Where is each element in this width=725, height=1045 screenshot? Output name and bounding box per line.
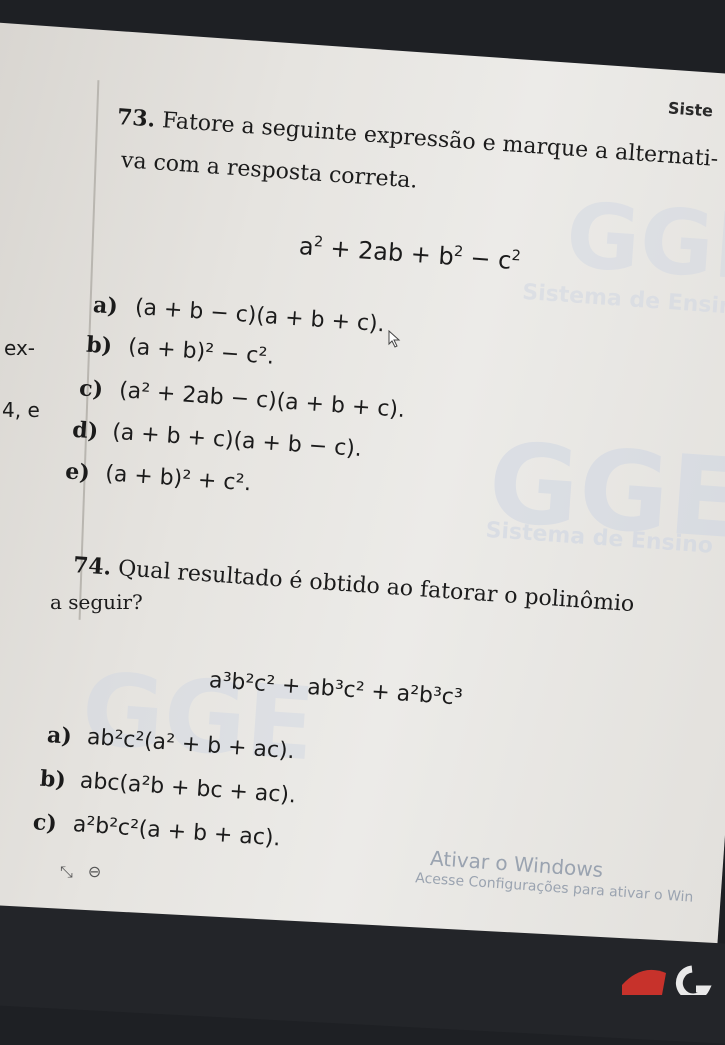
q73-option-d-expr: (a + b + c)(a + b − c).	[111, 419, 363, 463]
q73-option-a-expr: (a + b − c)(a + b + c).	[134, 294, 386, 338]
q74-number: 74.	[72, 552, 113, 581]
q73-expression: a2 + 2ab + b2 − c2	[298, 232, 522, 275]
q74-expression: a³b²c² + ab³c² + a²b³c³	[208, 668, 464, 711]
toolbar: ⤡ ⊖	[60, 862, 101, 882]
q73-option-e-expr: (a + b)² + c².	[104, 461, 253, 497]
q73-option-c-expr: (a² + 2ab − c)(a + b + c).	[118, 378, 406, 423]
q73-option-b-expr: (a + b)² − c².	[127, 334, 275, 370]
q74-option-b-expr: abc(a²b + bc + ac).	[79, 768, 297, 809]
q74-line1: 74. Qual resultado é obtido ao fatorar o…	[72, 552, 635, 617]
q73-option-b-letter: b)	[85, 331, 113, 360]
q73-number: 73.	[116, 104, 157, 133]
side-text-4e: 4, e	[2, 398, 40, 422]
q74-text-line2: a seguir?	[50, 590, 143, 614]
q74-option-a-expr: ab²c²(a² + b + ac).	[86, 724, 296, 765]
q73-option-e-letter: e)	[64, 458, 91, 487]
collapse-icon[interactable]: ⤡	[60, 862, 73, 881]
q73-option-a-letter: a)	[92, 292, 119, 320]
q74-option-a-letter: a)	[46, 722, 73, 750]
q73-text-line2: va com a resposta correta.	[120, 148, 419, 194]
q73-option-c-letter: c)	[78, 375, 104, 403]
q74-text-line1: Qual resultado é obtido ao fatorar o pol…	[117, 556, 636, 618]
q74-option-b-letter: b)	[39, 765, 67, 794]
q74-option-c-expr: a²b²c²(a + b + ac).	[72, 812, 282, 852]
side-text-ex: ex-	[4, 336, 36, 360]
gge-logo-icon	[622, 965, 712, 995]
zoom-out-icon[interactable]: ⊖	[88, 862, 101, 881]
header-tag: Siste	[667, 98, 714, 121]
q73-option-d-letter: d)	[71, 416, 99, 445]
mouse-cursor-icon	[388, 330, 401, 348]
q74-option-c-letter: c)	[32, 809, 58, 837]
screen-content: Siste 73. Fatore a seguinte expressão e …	[0, 0, 725, 990]
